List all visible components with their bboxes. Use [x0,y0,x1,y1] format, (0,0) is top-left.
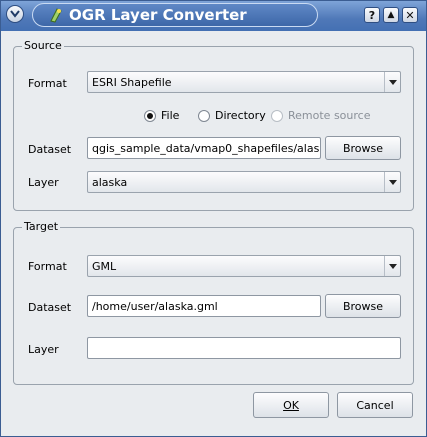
help-icon: ? [368,8,376,22]
chevron-down-icon [388,179,397,185]
window-menu-button[interactable] [6,5,24,23]
radio-file-label: File [161,109,180,122]
radio-directory[interactable]: Directory [198,109,266,122]
ok-label: OK [283,398,299,412]
radio-remote-source-indicator [271,109,283,122]
source-group-title: Source [22,39,64,52]
source-browse-button[interactable]: Browse [325,136,401,160]
source-format-dropdown-arrow[interactable] [384,72,400,92]
radio-remote-source-label: Remote source [288,109,371,122]
ogr-layer-converter-window: OGR Layer Converter ? ▲ ✕ Source Format … [0,0,427,437]
qgis-app-icon [50,8,62,23]
window-title: OGR Layer Converter [69,6,247,24]
cancel-label: Cancel [356,398,394,412]
radio-directory-label: Directory [215,109,266,122]
radio-file-indicator[interactable] [144,109,156,122]
window-controls: ? ▲ ✕ [364,7,418,23]
target-format-label: Format [28,260,67,273]
cancel-button[interactable]: Cancel [337,392,413,418]
target-dataset-value: /home/user/alaska.gml [92,299,218,313]
source-format-combo[interactable]: ESRI Shapefile [87,71,401,93]
ok-button[interactable]: OK [253,392,329,418]
source-layer-label: Layer [28,176,59,189]
target-format-dropdown-arrow[interactable] [384,256,400,276]
help-button[interactable]: ? [364,7,380,23]
target-layer-input[interactable] [87,337,401,359]
maximize-button[interactable]: ▲ [383,7,399,23]
close-icon: ✕ [405,8,415,22]
source-layer-combo[interactable]: alaska [87,171,401,193]
radio-remote-source: Remote source [271,109,370,122]
target-format-combo[interactable]: GML [87,255,401,277]
chevron-down-icon [388,263,397,269]
source-format-label: Format [28,77,67,90]
window-title-area: OGR Layer Converter [32,3,318,27]
target-group-title: Target [22,220,61,233]
source-dataset-value: qgis_sample_data/vmap0_shapefiles/alaska… [92,141,320,155]
source-group: Source Format ESRI Shapefile File Direct… [13,39,414,211]
chevron-down-icon [10,10,20,18]
title-bar[interactable]: OGR Layer Converter ? ▲ ✕ [1,1,426,31]
source-format-value: ESRI Shapefile [92,75,172,89]
maximize-icon: ▲ [387,9,395,20]
target-format-value: GML [92,259,117,273]
target-group: Target Format GML Dataset /home/user/ala… [13,220,414,385]
target-browse-label: Browse [342,299,384,313]
source-dataset-label: Dataset [28,143,72,156]
close-button[interactable]: ✕ [402,7,418,23]
chevron-down-icon [388,79,397,85]
source-layer-value: alaska [92,175,128,189]
radio-checked-dot [147,112,153,119]
source-browse-label: Browse [342,141,384,155]
source-layer-dropdown-arrow[interactable] [384,172,400,192]
source-dataset-input[interactable]: qgis_sample_data/vmap0_shapefiles/alaska… [87,137,321,159]
target-dataset-input[interactable]: /home/user/alaska.gml [87,295,321,317]
radio-directory-indicator[interactable] [198,109,210,122]
target-dataset-label: Dataset [28,301,72,314]
radio-file[interactable]: File [144,109,179,122]
target-browse-button[interactable]: Browse [325,294,401,318]
target-layer-label: Layer [28,343,59,356]
